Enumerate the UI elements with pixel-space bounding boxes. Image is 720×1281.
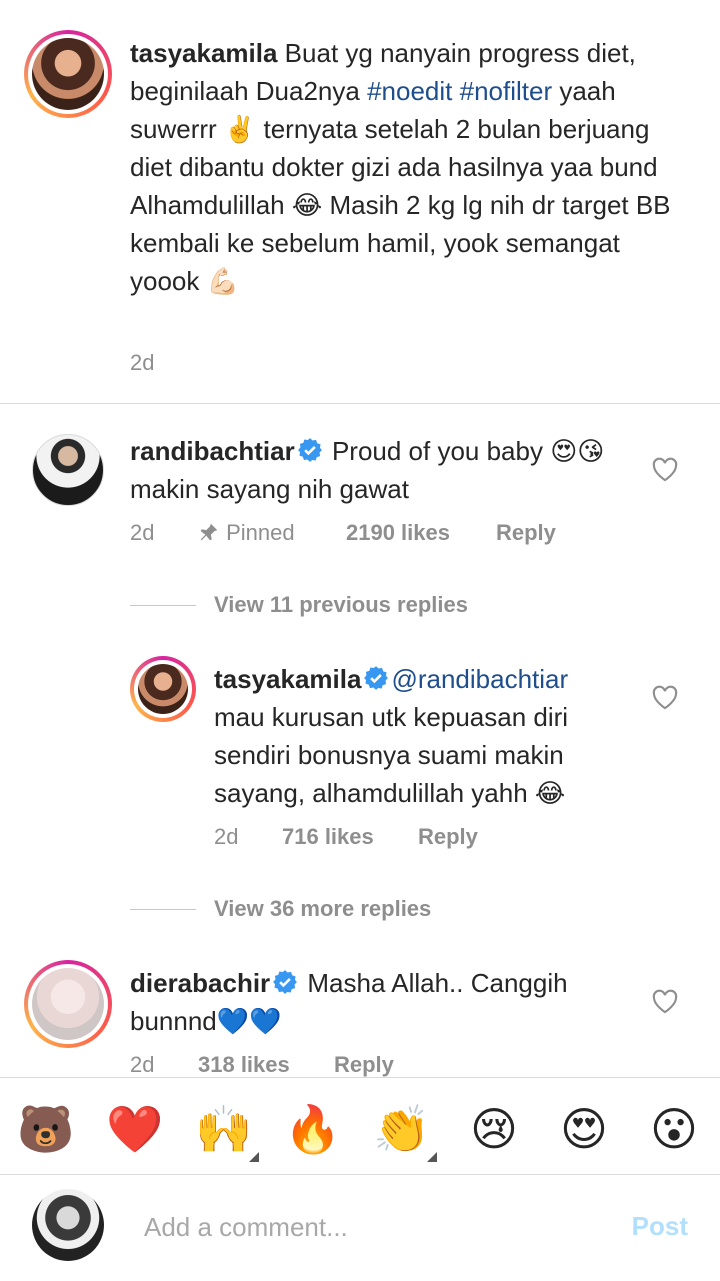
emoji-quick-bar: 🐻 ❤️ 🙌 🔥 👏 😢 😍 😮 — [0, 1077, 720, 1175]
caption-timestamp: 2d — [130, 350, 155, 375]
comment-timestamp: 2d — [130, 1052, 155, 1077]
comment-avatar-dierabachir[interactable] — [24, 960, 112, 1048]
caption-avatar[interactable] — [24, 30, 112, 118]
crying-emoji-button[interactable]: 😢 — [465, 1100, 523, 1158]
comment-timestamp: 2d — [130, 520, 155, 545]
caption-divider — [0, 403, 720, 404]
likes-count[interactable]: 716 likes — [282, 824, 418, 850]
reply-button[interactable]: Reply — [418, 824, 478, 850]
comment-input[interactable] — [144, 1205, 584, 1249]
heart-emoji-button[interactable]: ❤️ — [106, 1100, 164, 1158]
like-heart-icon[interactable] — [651, 988, 679, 1014]
post-caption: tasyakamila Buat yg nanyain progress die… — [0, 0, 720, 404]
comment-avatar-randibachtiar[interactable] — [32, 434, 104, 506]
likes-count[interactable]: 2190 likes — [346, 520, 496, 546]
view-previous-replies[interactable]: View 11 previous replies — [130, 590, 468, 620]
comment-username[interactable]: randibachtiar — [130, 436, 295, 466]
comment-meta-dierabachir: 2d 318 likes Reply — [130, 1052, 394, 1078]
comment-composer: Post — [0, 1175, 720, 1281]
comment-text: randibachtiar Proud of you baby 😍😘 makin… — [130, 432, 640, 508]
post-button[interactable]: Post — [632, 1211, 688, 1242]
heart-eyes-emoji-button[interactable]: 😍 — [555, 1100, 613, 1158]
comment-meta-randibachtiar: 2d Pinned 2190 likes Reply — [130, 520, 556, 546]
view-line — [130, 908, 196, 910]
verified-badge-icon — [364, 666, 389, 690]
reply-avatar-tasyakamila[interactable] — [130, 656, 196, 722]
like-heart-icon[interactable] — [651, 684, 679, 710]
caption-body-2: yaah suwerrr ✌️ ternyata setelah 2 bulan… — [130, 76, 671, 296]
like-heart-icon[interactable] — [651, 456, 679, 482]
fire-emoji-button[interactable]: 🔥 — [284, 1100, 342, 1158]
reply-tasyakamila: tasyakamila @randibachtiar mau kurusan ut… — [214, 660, 624, 812]
view-previous-label[interactable]: View 11 previous replies — [214, 592, 468, 618]
hashtag-noedit[interactable]: #noedit — [367, 76, 452, 106]
comment-username[interactable]: dierabachir — [130, 968, 270, 998]
reply-meta-tasyakamila: 2d 716 likes Reply — [214, 824, 478, 850]
skin-tone-indicator — [249, 1152, 259, 1162]
reply-body: mau kurusan utk kepuasan diri sendiri bo… — [214, 702, 569, 808]
bear-emoji-button[interactable]: 🐻 — [17, 1100, 75, 1158]
view-line — [130, 604, 196, 606]
likes-count[interactable]: 318 likes — [198, 1052, 334, 1078]
surprised-emoji-button[interactable]: 😮 — [645, 1100, 703, 1158]
reply-button[interactable]: Reply — [496, 520, 556, 546]
comment-randibachtiar: randibachtiar Proud of you baby 😍😘 makin… — [130, 432, 640, 508]
reply-timestamp: 2d — [214, 824, 239, 849]
reply-text: tasyakamila @randibachtiar mau kurusan ut… — [214, 660, 624, 812]
view-more-replies[interactable]: View 36 more replies — [130, 894, 431, 924]
verified-badge-icon — [273, 970, 298, 994]
comment-dierabachir: dierabachir Masha Allah.. Canggih bunnnd… — [130, 964, 640, 1040]
mention-randibachtiar[interactable]: @randibachtiar — [391, 664, 568, 694]
reply-username[interactable]: tasyakamila — [214, 664, 361, 694]
comment-text: dierabachir Masha Allah.. Canggih bunnnd… — [130, 964, 640, 1040]
current-user-avatar — [32, 1189, 104, 1261]
raising-hands-emoji-button[interactable]: 🙌 — [195, 1100, 259, 1162]
skin-tone-indicator — [427, 1152, 437, 1162]
caption-username[interactable]: tasyakamila — [130, 38, 277, 68]
view-more-label[interactable]: View 36 more replies — [214, 896, 431, 922]
clapping-emoji-button[interactable]: 👏 — [373, 1100, 437, 1162]
verified-badge-icon — [297, 438, 322, 462]
pin-icon — [200, 523, 218, 541]
caption-text: tasyakamila Buat yg nanyain progress die… — [130, 34, 690, 300]
pinned-label: Pinned — [198, 520, 346, 546]
reply-button[interactable]: Reply — [334, 1052, 394, 1078]
hashtag-nofilter[interactable]: #nofilter — [460, 76, 553, 106]
